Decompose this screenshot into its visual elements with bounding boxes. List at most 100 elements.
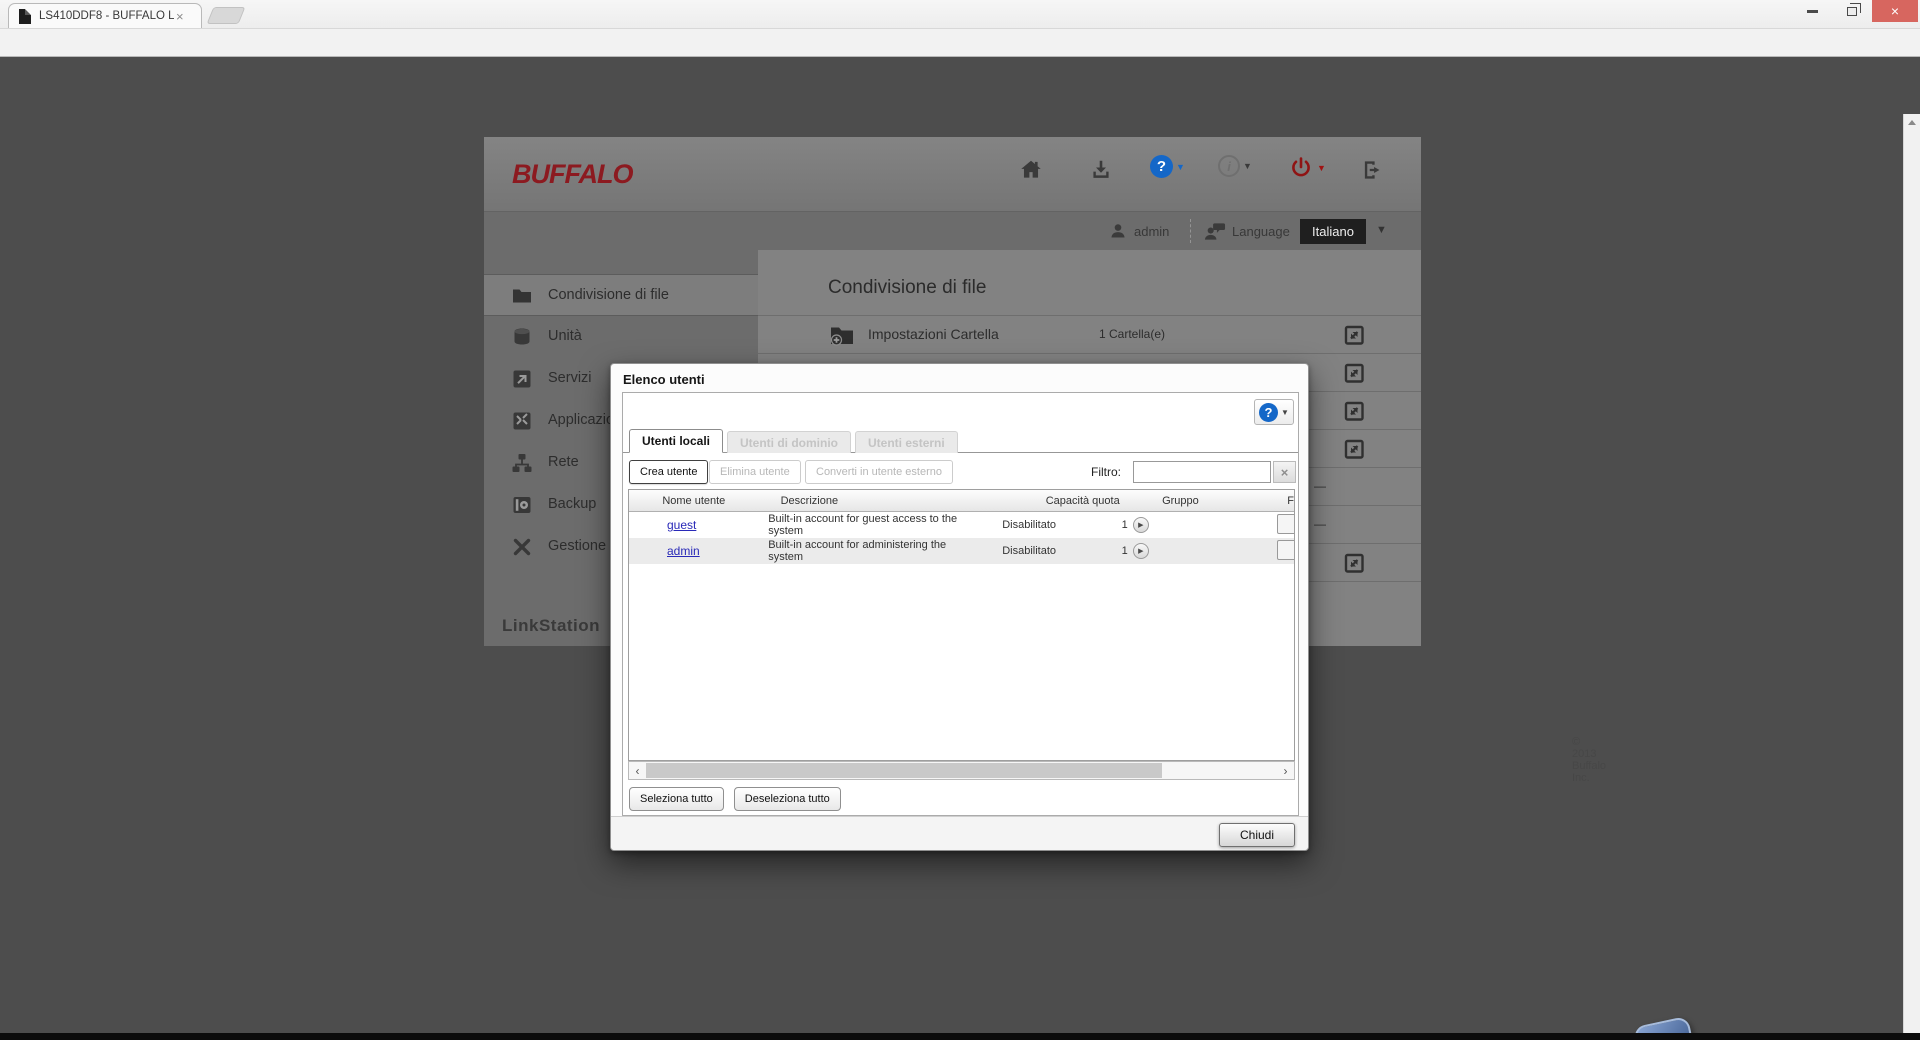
screen-edge [0, 1033, 1920, 1040]
scroll-left-icon[interactable]: ‹ [629, 762, 646, 779]
external-link-icon[interactable] [1342, 399, 1366, 428]
column-descrizione: Descrizione [780, 494, 839, 507]
tab-close-icon[interactable]: × [176, 10, 184, 23]
elenco-utenti-dialog: Elenco utenti ? ▼ Utenti locali Utenti d… [610, 363, 1309, 851]
tab-divider [623, 452, 1298, 453]
new-tab-button[interactable] [206, 7, 246, 24]
group-count: 1 [1121, 519, 1128, 531]
sidebar-item-unita[interactable]: Unità [484, 316, 758, 358]
quota-status: Disabilitato [1002, 545, 1057, 557]
browser-titlebar: LS410DDF8 - BUFFALO Lin × × [0, 0, 1920, 28]
language-icon [1204, 221, 1226, 246]
drive-icon [514, 328, 530, 345]
app-header: BUFFALO ? ▼ i ▼ ▼ [484, 137, 1421, 212]
tab-utenti-locali[interactable]: Utenti locali [629, 429, 724, 453]
dialog-body: ? ▼ Utenti locali Utenti di dominio Uten… [622, 392, 1299, 816]
group-expand-icon[interactable]: ▶ [1132, 517, 1149, 533]
power-dropdown-icon: ▼ [1317, 163, 1326, 173]
user-icon [1110, 223, 1126, 244]
dialog-title: Elenco utenti [623, 372, 705, 387]
language-select[interactable]: Italiano [1300, 219, 1366, 244]
language-dropdown-icon[interactable]: ▼ [1376, 224, 1387, 236]
quota-status: Disabilitato [1002, 519, 1057, 531]
logout-icon[interactable] [1360, 157, 1386, 188]
dialog-toolbar: Crea utente Elimina utente Converti in u… [629, 459, 1296, 487]
tab-utenti-di-dominio: Utenti di dominio [727, 431, 852, 453]
clipped-action-button[interactable] [1276, 539, 1294, 560]
browser-tab[interactable]: LS410DDF8 - BUFFALO Lin × [8, 3, 202, 28]
filter-input[interactable] [1133, 461, 1271, 483]
scrollbar-thumb[interactable] [646, 763, 1162, 778]
logged-in-user: admin [1134, 224, 1170, 239]
window-restore-button[interactable] [1833, 0, 1871, 22]
buffalo-logo: BUFFALO [512, 159, 633, 189]
help-dropdown-icon: ▼ [1176, 161, 1185, 172]
network-icon [512, 454, 532, 472]
divider [1190, 219, 1191, 243]
dialog-footer: Chiudi [611, 816, 1308, 850]
external-link-icon[interactable] [1342, 551, 1366, 580]
browser-toolbar: ← → 192.168.0.104/detail.html#share ☆ [0, 28, 1920, 83]
external-link-icon[interactable] [1342, 437, 1366, 466]
help-dropdown-icon: ▼ [1281, 407, 1289, 417]
linkstation-logo: LinkStation [502, 616, 601, 635]
window-close-button[interactable]: × [1872, 0, 1918, 22]
help-icon[interactable]: ? ▼ [1150, 155, 1185, 178]
user-description: Built-in account for guest access to the… [768, 513, 958, 537]
power-icon[interactable]: ▼ [1288, 155, 1326, 181]
tab-title: LS410DDF8 - BUFFALO Lin [39, 10, 174, 22]
close-dialog-button[interactable]: Chiudi [1219, 823, 1295, 847]
table-row-admin[interactable]: admin Built-in account for administering… [629, 538, 1294, 564]
apps-icon [513, 412, 531, 430]
tab-utenti-esterni: Utenti esterni [855, 431, 958, 453]
table-row-guest[interactable]: guest Built-in account for guest access … [629, 512, 1294, 538]
window-minimize-button[interactable] [1793, 0, 1831, 22]
clipped-action-button[interactable] [1276, 513, 1294, 534]
user-link-admin[interactable]: admin [667, 544, 700, 558]
folder-plus-icon [828, 322, 856, 353]
filter-label: Filtro: [1091, 465, 1121, 479]
user-tabs: Utenti locali Utenti di dominio Utenti e… [629, 429, 958, 453]
external-link-icon[interactable] [1342, 323, 1366, 352]
main-row-impostazioni-cartella[interactable]: Impostazioni Cartella 1 Cartella(e) [758, 316, 1421, 354]
dialog-help-button[interactable]: ? ▼ [1254, 399, 1294, 425]
select-all-button[interactable]: Seleziona tutto [629, 787, 724, 811]
column-gruppo: Gruppo [1162, 494, 1199, 507]
page-viewport: BUFFALO ? ▼ i ▼ ▼ admin Language Italian… [0, 57, 1920, 1033]
column-clipped: F [1287, 494, 1295, 507]
convert-user-button: Converti in utente esterno [805, 460, 953, 484]
tools-icon [513, 538, 531, 556]
table-header: Nome utente Descrizione Capacità quota G… [629, 490, 1294, 512]
column-nome-utente: Nome utente [662, 494, 726, 507]
scroll-up-icon[interactable] [1908, 120, 1916, 125]
scroll-right-icon[interactable]: › [1277, 762, 1294, 779]
external-link-icon[interactable] [1342, 361, 1366, 390]
backup-icon [513, 497, 531, 513]
services-icon [513, 370, 531, 388]
users-table: Nome utente Descrizione Capacità quota G… [628, 489, 1295, 761]
column-capacita-quota: Capacità quota [1045, 494, 1120, 507]
user-bar: admin Language Italiano ▼ [484, 212, 1421, 250]
create-user-button[interactable]: Crea utente [629, 460, 709, 484]
horizontal-scrollbar[interactable]: ‹ › [628, 761, 1295, 780]
info-icon[interactable]: i ▼ [1218, 155, 1252, 177]
help-question-icon: ? [1259, 402, 1279, 422]
deselect-all-button[interactable]: Deseleziona tutto [733, 787, 841, 811]
page-title: Condivisione di file [828, 277, 987, 298]
watermark: xtremehardware.com [1628, 1015, 1918, 1033]
tab-favicon-icon [19, 8, 31, 24]
group-count: 1 [1121, 545, 1128, 557]
user-link-guest[interactable]: guest [667, 518, 696, 532]
user-description: Built-in account for administering the s… [768, 539, 947, 563]
home-icon[interactable] [1018, 157, 1044, 188]
folder-icon [513, 289, 531, 303]
filter-clear-button[interactable]: × [1273, 461, 1296, 483]
sidebar-item-condivisione-di-file[interactable]: Condivisione di file [484, 274, 758, 316]
delete-user-button: Elimina utente [709, 460, 801, 484]
page-vertical-scrollbar[interactable] [1903, 114, 1920, 1033]
xtremehardware-logo-icon [1632, 1015, 1700, 1033]
info-dropdown-icon: ▼ [1243, 161, 1252, 171]
group-expand-icon[interactable]: ▶ [1132, 543, 1149, 559]
copyright-text: © 2013 Buffalo Inc. [1572, 736, 1607, 784]
download-icon[interactable] [1088, 157, 1114, 188]
